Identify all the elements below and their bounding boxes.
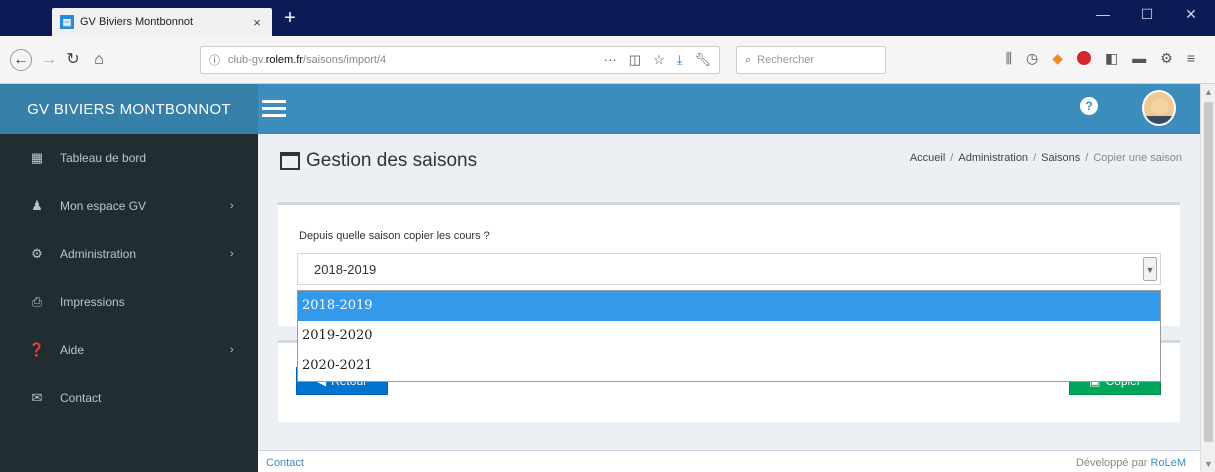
pocket-icon[interactable]: ◫ (629, 52, 641, 68)
url-host: rolem.fr (265, 54, 303, 66)
history-icon[interactable]: ◷ (1026, 50, 1038, 67)
browser-window: ▤ GV Biviers Montbonnot × + — ☐ ✕ ← → ↻ … (0, 0, 1215, 472)
season-select-value: 2018-2019 (314, 262, 377, 277)
season-dropdown-list: 2018-2019 2019-2020 2020-2021 (297, 290, 1161, 382)
search-bar[interactable]: ⌕ Rechercher (736, 46, 886, 74)
scrollbar[interactable]: ▲ ▼ (1200, 84, 1215, 472)
season-select[interactable]: 2018-2019 ▼ (297, 253, 1161, 285)
library-icon[interactable]: ⫼ (1006, 50, 1012, 67)
footer-contact-link[interactable]: Contact (266, 457, 304, 469)
chevron-right-icon: › (230, 200, 234, 212)
season-option[interactable]: 2020-2021 (298, 351, 1160, 381)
search-input[interactable]: Rechercher (757, 54, 814, 66)
sidebar-item-contact[interactable]: ✉ Contact (0, 374, 258, 422)
extension-orange-icon[interactable]: ◆ (1052, 50, 1063, 67)
back-arrow-icon[interactable]: ← (10, 49, 32, 71)
sidebar-item-label: Mon espace GV (60, 199, 147, 213)
chevron-right-icon: › (230, 248, 234, 260)
new-tab-button[interactable]: + (278, 6, 302, 30)
cogs-icon: ⚙ (31, 246, 43, 261)
minimize-icon[interactable]: — (1088, 6, 1118, 22)
help-icon[interactable]: ? (1080, 97, 1098, 115)
bookmark-star-icon[interactable]: ☆ (653, 52, 665, 68)
info-icon[interactable]: ⓘ (209, 52, 220, 68)
extension-gear-icon[interactable]: ⚙ (1160, 50, 1173, 67)
footer-credit: Développé par RoLeM (1076, 457, 1186, 469)
tab-close-icon[interactable]: × (250, 15, 264, 30)
footer-credit-text: Développé par (1075, 457, 1151, 469)
breadcrumb: Accueil / Administration / Saisons / Copier un… (910, 152, 1182, 164)
question-icon: ❓ (28, 342, 46, 357)
sidebar-icon[interactable]: ◧ (1105, 50, 1118, 67)
sidebar-item-label: Tableau de bord (60, 151, 147, 165)
breadcrumb-separator: / (1033, 152, 1037, 164)
close-window-icon[interactable]: ✕ (1176, 6, 1206, 23)
page-title: Gestion des saisons (280, 150, 477, 172)
sidebar-item-label: Contact (60, 391, 102, 405)
envelope-icon: ✉ (31, 390, 43, 405)
sidebar-item-label: Impressions (60, 295, 125, 309)
breadcrumb-accueil[interactable]: Accueil (910, 152, 945, 164)
scroll-down-icon[interactable]: ▼ (1201, 456, 1215, 472)
sidebar-item-label: Aide (60, 343, 85, 357)
sidebar-item-tableau-de-bord[interactable]: ▦ Tableau de bord (0, 134, 258, 182)
breadcrumb-current: Copier une saison (1093, 152, 1182, 164)
calendar-icon (280, 152, 300, 170)
extension-icon[interactable]: ▬ (1132, 50, 1146, 67)
favicon-icon: ▤ (60, 15, 74, 29)
search-icon: ⌕ (745, 53, 752, 66)
url-bar[interactable]: ⓘ club-gv. rolem.fr /saisons/import/4 ··… (200, 46, 720, 74)
sidebar-item-impressions[interactable]: ⎙ Impressions (0, 278, 258, 326)
url-path: /saisons/import/4 (302, 54, 387, 66)
forward-arrow-icon[interactable]: → (38, 50, 60, 70)
scrollbar-thumb[interactable] (1204, 102, 1213, 442)
footer: Contact Développé par RoLeM (258, 450, 1200, 472)
menu-icon[interactable]: ≡ (1187, 50, 1195, 67)
user-icon: ♟ (31, 198, 43, 213)
browser-tab[interactable]: ▤ GV Biviers Montbonnot × (52, 8, 272, 36)
season-option[interactable]: 2018-2019 (298, 291, 1160, 321)
toolbar-icons: ⫼ ◷ ◆ ◧ ▬ ⚙ ≡ (1006, 50, 1195, 67)
sidebar-item-administration[interactable]: ⚙ Administration › (0, 230, 258, 278)
page-actions-icon[interactable]: ··· (604, 52, 617, 68)
sidebar-item-aide[interactable]: ❓ Aide › (0, 326, 258, 374)
adblock-icon[interactable] (1077, 51, 1092, 65)
home-icon[interactable]: ⌂ (88, 50, 110, 70)
season-option[interactable]: 2019-2020 (298, 321, 1160, 351)
sidebar: ▦ Tableau de bord ♟ Mon espace GV › ⚙ Ad… (0, 134, 258, 472)
sidebar-toggle-icon[interactable] (262, 96, 286, 122)
browser-toolbar: ← → ↻ ⌂ ⓘ club-gv. rolem.fr /saisons/imp… (0, 36, 1215, 84)
avatar[interactable] (1142, 90, 1176, 126)
breadcrumb-separator: / (950, 152, 954, 164)
url-prefix: club-gv. (228, 54, 266, 66)
download-icon[interactable]: ⤓ (677, 52, 683, 68)
season-select-label: Depuis quelle saison copier les cours ? (299, 230, 490, 242)
breadcrumb-saisons[interactable]: Saisons (1041, 152, 1080, 164)
scroll-up-icon[interactable]: ▲ (1201, 84, 1215, 100)
app-header: GV BIVIERS MONTBONNOT ? (0, 84, 1215, 134)
breadcrumb-separator: / (1085, 152, 1089, 164)
reload-icon[interactable]: ↻ (62, 50, 84, 70)
chevron-down-icon[interactable]: ▼ (1143, 257, 1157, 281)
sidebar-item-mon-espace-gv[interactable]: ♟ Mon espace GV › (0, 182, 258, 230)
brand-logo[interactable]: GV BIVIERS MONTBONNOT (0, 84, 258, 134)
title-bar: ▤ GV Biviers Montbonnot × + — ☐ ✕ (0, 0, 1215, 36)
footer-credit-link[interactable]: RoLeM (1151, 457, 1186, 469)
wrench-icon[interactable]: 🔧︎ (694, 52, 711, 68)
table-icon: ▦ (30, 150, 44, 165)
sidebar-item-label: Administration (60, 247, 137, 261)
url-actions: ··· ◫ ☆ ⤓ 🔧︎ (604, 52, 711, 68)
print-icon: ⎙ (31, 294, 43, 309)
breadcrumb-administration[interactable]: Administration (958, 152, 1028, 164)
chevron-right-icon: › (230, 344, 234, 356)
maximize-icon[interactable]: ☐ (1132, 6, 1162, 23)
page-title-text: Gestion des saisons (306, 150, 478, 171)
tab-title: GV Biviers Montbonnot (80, 16, 194, 28)
